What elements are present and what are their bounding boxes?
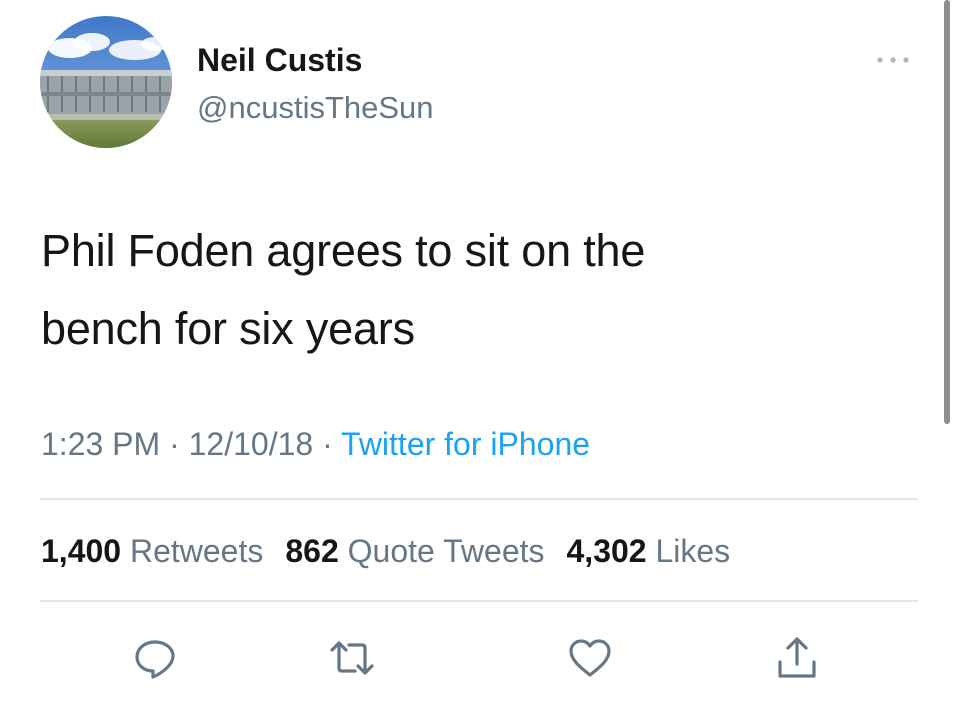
divider	[40, 600, 918, 602]
retweet-button[interactable]	[328, 634, 376, 682]
quote-tweets-stat[interactable]: 862 Quote Tweets	[285, 533, 544, 569]
meta-separator: ·	[169, 426, 180, 462]
retweets-stat[interactable]: 1,400 Retweets	[41, 533, 263, 569]
more-options-button[interactable]	[868, 46, 918, 74]
tweet-source-link[interactable]: Twitter for iPhone	[341, 426, 590, 462]
likes-stat[interactable]: 4,302 Likes	[567, 533, 731, 569]
likes-label: Likes	[655, 533, 731, 569]
retweet-icon	[330, 641, 374, 675]
share-button[interactable]	[773, 634, 821, 682]
more-horizontal-icon	[877, 57, 909, 63]
like-button[interactable]	[566, 634, 614, 682]
heart-icon	[569, 639, 611, 677]
retweets-count: 1,400	[41, 533, 122, 569]
tweet-metadata: 1:23 PM · 12/10/18 · Twitter for iPhone	[41, 424, 590, 464]
retweets-label: Retweets	[129, 533, 264, 569]
tweet-text-line-1: Phil Foden agrees to sit on the	[41, 225, 646, 276]
quote-tweets-count: 862	[285, 533, 339, 569]
display-name[interactable]: Neil Custis	[197, 41, 362, 79]
scrollbar[interactable]	[944, 0, 950, 424]
reply-icon	[135, 640, 175, 679]
divider	[40, 498, 918, 500]
reply-button[interactable]	[131, 634, 179, 682]
tweet-time[interactable]: 1:23 PM	[41, 426, 160, 462]
tweet-text-line-2: bench for six years	[41, 303, 415, 354]
tweet-text: Phil Foden agrees to sit on the bench fo…	[41, 212, 881, 368]
likes-count: 4,302	[566, 533, 647, 569]
user-handle[interactable]: @ncustisTheSun	[197, 89, 434, 127]
share-icon	[778, 637, 816, 678]
stadium-avatar-image	[40, 16, 172, 148]
tweet-date[interactable]: 12/10/18	[189, 426, 314, 462]
avatar[interactable]	[40, 16, 172, 148]
quote-tweets-label: Quote Tweets	[347, 533, 545, 569]
meta-separator: ·	[322, 426, 333, 462]
engagement-stats: 1,400 Retweets 862 Quote Tweets 4,302 Like…	[41, 531, 752, 571]
